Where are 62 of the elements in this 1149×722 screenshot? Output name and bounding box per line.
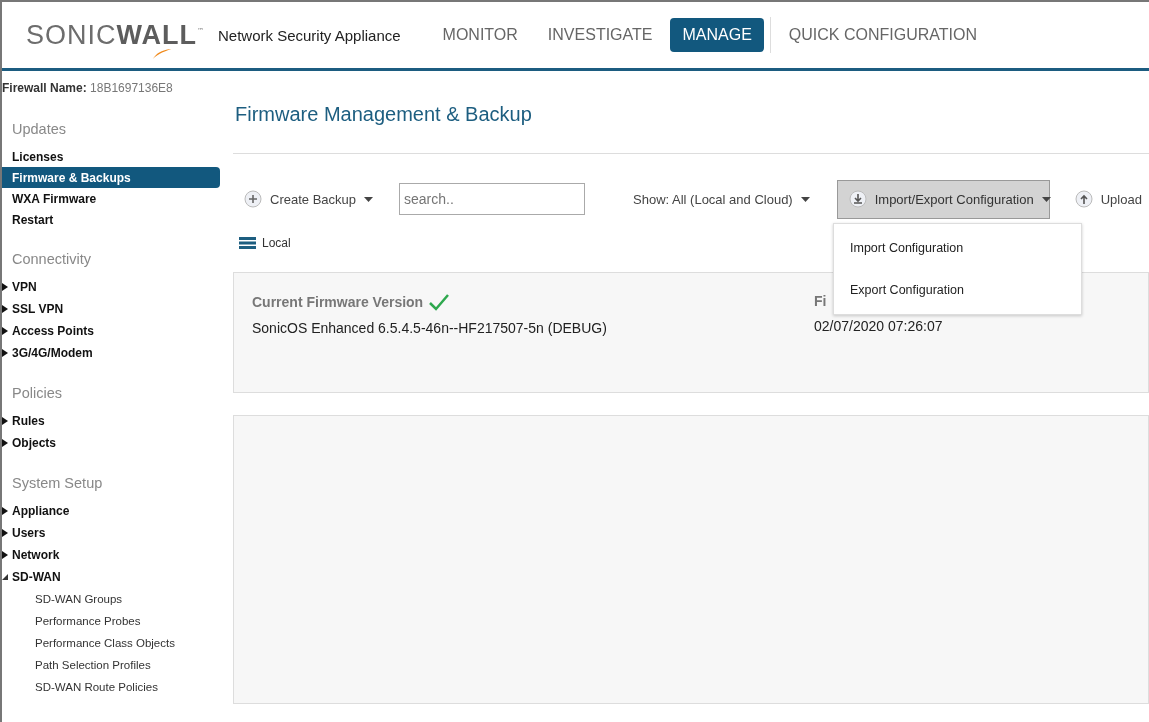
sidebar-item[interactable]: Restart — [2, 209, 220, 230]
nav-tab[interactable]: MONITOR — [430, 18, 530, 52]
column-heading: Fi — [814, 293, 827, 309]
nav-tab[interactable]: QUICK CONFIGURATION — [776, 18, 989, 52]
collapsed-triangle-icon[interactable] — [2, 507, 8, 515]
section-heading: Connectivity — [11, 251, 92, 267]
firmware-date: 02/07/2020 07:26:07 — [814, 318, 944, 334]
sidebar-item[interactable]: Licenses — [2, 146, 220, 167]
collapsed-triangle-icon[interactable] — [2, 417, 8, 425]
plus-icon — [244, 190, 262, 208]
sidebar-subitem[interactable]: Path Selection Profiles — [2, 654, 220, 676]
nav-tab[interactable]: INVESTIGATE — [535, 18, 665, 52]
sidebar-group[interactable]: Appliance — [12, 504, 70, 518]
menu-item[interactable]: Export Configuration — [834, 269, 1081, 311]
expanded-triangle-icon[interactable] — [2, 573, 8, 581]
check-icon — [428, 293, 451, 311]
firewall-name-label: Firewall Name: — [2, 81, 87, 95]
caret-icon — [800, 196, 810, 202]
sidebar-group[interactable]: Rules — [12, 414, 45, 428]
section-heading: System Setup — [11, 475, 104, 491]
sidebar-item[interactable]: WXA Firmware — [2, 188, 220, 209]
download-icon — [848, 190, 867, 208]
section-heading: Policies — [11, 385, 63, 401]
firewall-name-value: 18B1697136E8 — [90, 81, 173, 95]
search-field[interactable]: search.. — [399, 183, 585, 215]
page-title: Firmware Management & Backup — [235, 103, 533, 127]
sidebar-group[interactable]: 3G/4G/Modem — [12, 346, 93, 360]
collapsed-triangle-icon[interactable] — [2, 551, 8, 559]
sidebar-group[interactable]: Users — [12, 526, 46, 540]
caret-icon — [364, 196, 373, 202]
sidebar-subitem[interactable]: SD-WAN Groups — [2, 588, 220, 610]
sidebar-group[interactable]: SSL VPN — [12, 302, 64, 316]
create-backup-button[interactable]: Create Backup — [233, 190, 373, 208]
collapsed-triangle-icon[interactable] — [2, 439, 8, 447]
collapsed-triangle-icon[interactable] — [2, 283, 8, 291]
caret-icon — [1041, 196, 1051, 202]
show-filter-dropdown[interactable]: Show: All (Local and Cloud) — [633, 191, 810, 207]
nav-tab[interactable]: MANAGE — [670, 18, 764, 52]
product-name: Network Security Appliance — [218, 26, 401, 44]
upload-icon — [1074, 190, 1093, 208]
collapsed-triangle-icon[interactable] — [2, 529, 8, 537]
firmware-version: SonicOS Enhanced 6.5.4.5-46n--HF217507-5n (DEBUG) — [252, 320, 607, 336]
collapsed-triangle-icon[interactable] — [2, 327, 8, 335]
local-label: Local — [262, 236, 291, 250]
sidebar-group[interactable]: VPN — [12, 280, 37, 294]
sidebar-group[interactable]: Network — [12, 548, 60, 562]
logo-text: SONICWALL — [26, 23, 197, 47]
collapsed-triangle-icon[interactable] — [2, 349, 8, 357]
column-heading: Current Firmware Version — [252, 294, 424, 310]
sidebar-group[interactable]: SD-WAN — [12, 570, 61, 584]
sidebar-group[interactable]: Access Points — [12, 324, 95, 338]
menu-item[interactable]: Import Configuration — [834, 227, 1081, 269]
sidebar-group[interactable]: Objects — [12, 436, 56, 450]
list-icon — [239, 237, 256, 249]
sidebar-subitem[interactable]: Performance Class Objects — [2, 632, 220, 654]
sidebar-item[interactable]: Firmware & Backups — [2, 167, 220, 188]
upload-button[interactable]: Upload — [1063, 190, 1142, 208]
sidebar-subitem[interactable]: Performance Probes — [2, 610, 220, 632]
section-heading: Updates — [11, 121, 67, 137]
collapsed-triangle-icon[interactable] — [2, 305, 8, 313]
import-export-button[interactable]: Import/Export Configuration — [836, 179, 1050, 219]
sidebar-subitem[interactable]: SD-WAN Route Policies — [2, 676, 220, 698]
